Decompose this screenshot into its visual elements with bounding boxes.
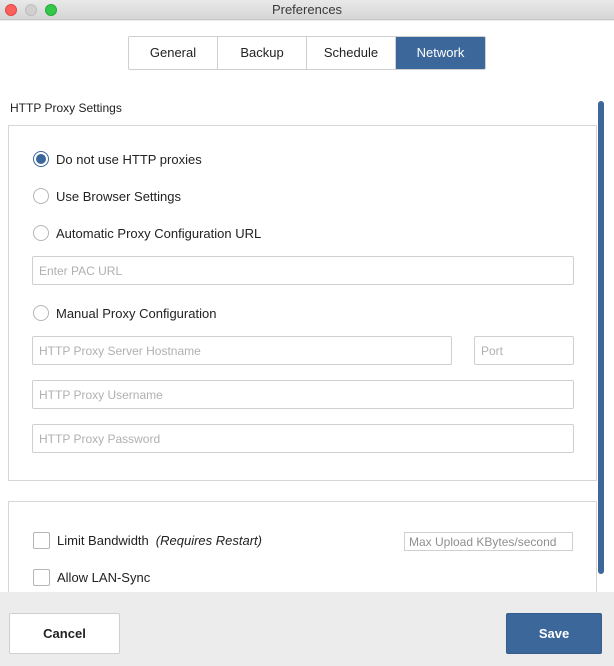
proxy-section-title: HTTP Proxy Settings bbox=[10, 101, 122, 115]
tab-backup[interactable]: Backup bbox=[218, 37, 307, 69]
manual-proxy-label: Manual Proxy Configuration bbox=[56, 305, 217, 321]
proxy-username-input[interactable] bbox=[32, 380, 574, 409]
tab-general[interactable]: General bbox=[129, 37, 218, 69]
limit-bandwidth-checkbox[interactable] bbox=[33, 532, 50, 549]
lan-sync-checkbox[interactable] bbox=[33, 569, 50, 586]
proxy-settings-panel: Do not use HTTP proxies Use Browser Sett… bbox=[8, 125, 597, 481]
tab-network[interactable]: Network bbox=[396, 37, 485, 69]
lan-sync-option[interactable]: Allow LAN-Sync bbox=[33, 569, 150, 586]
browser-settings-radio[interactable] bbox=[33, 188, 49, 204]
no-proxy-radio[interactable] bbox=[33, 151, 49, 167]
option-auto-proxy-url[interactable]: Automatic Proxy Configuration URL bbox=[33, 225, 261, 241]
save-button[interactable]: Save bbox=[506, 613, 602, 654]
browser-settings-label: Use Browser Settings bbox=[56, 188, 181, 204]
requires-restart-note: (Requires Restart) bbox=[155, 533, 262, 548]
pac-url-input[interactable] bbox=[32, 256, 574, 285]
auto-proxy-radio[interactable] bbox=[33, 225, 49, 241]
tab-schedule[interactable]: Schedule bbox=[307, 37, 396, 69]
manual-proxy-radio[interactable] bbox=[33, 305, 49, 321]
option-manual-proxy[interactable]: Manual Proxy Configuration bbox=[33, 305, 216, 321]
proxy-hostname-input[interactable] bbox=[32, 336, 452, 365]
vertical-scrollbar[interactable] bbox=[598, 101, 604, 574]
footer-bar: Cancel Save bbox=[0, 592, 614, 666]
lan-sync-label: Allow LAN-Sync bbox=[57, 570, 151, 585]
proxy-port-input[interactable] bbox=[474, 336, 574, 365]
bandwidth-panel: Limit Bandwidth (Requires Restart) Allow… bbox=[8, 501, 597, 601]
tab-bar: General Backup Schedule Network bbox=[128, 36, 486, 70]
proxy-password-input[interactable] bbox=[32, 424, 574, 453]
preferences-content: General Backup Schedule Network HTTP Pro… bbox=[0, 21, 614, 601]
auto-proxy-label: Automatic Proxy Configuration URL bbox=[56, 225, 262, 241]
option-browser-settings[interactable]: Use Browser Settings bbox=[33, 188, 181, 204]
title-bar: Preferences bbox=[0, 0, 614, 20]
limit-bandwidth-option[interactable]: Limit Bandwidth (Requires Restart) bbox=[33, 532, 262, 549]
option-no-proxy[interactable]: Do not use HTTP proxies bbox=[33, 151, 202, 167]
max-upload-input[interactable] bbox=[404, 532, 573, 551]
cancel-button[interactable]: Cancel bbox=[9, 613, 120, 654]
window-title: Preferences bbox=[271, 2, 343, 17]
no-proxy-label: Do not use HTTP proxies bbox=[56, 151, 202, 167]
limit-bandwidth-label: Limit Bandwidth bbox=[57, 533, 149, 548]
